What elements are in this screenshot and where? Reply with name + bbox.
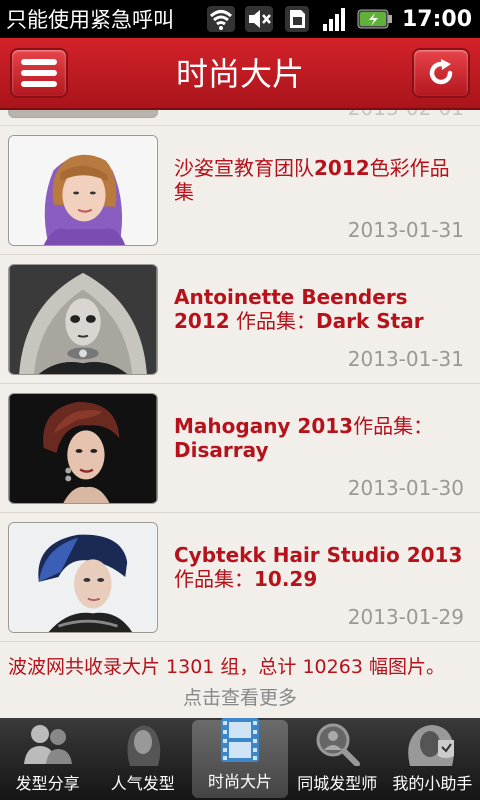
item-title[interactable]: Antoinette Beenders 2012 作品集：Dark Star <box>174 285 468 333</box>
gallery-list[interactable]: 2013-02-01 沙姿宣教育团队2012色彩作品集 2013-01-31 <box>0 110 480 718</box>
thumbnail-image <box>8 522 158 633</box>
menu-icon <box>21 54 57 92</box>
tab-popular-styles[interactable]: 人气发型 <box>95 718 190 800</box>
status-notification: 只能使用紧急呼叫 <box>6 8 174 32</box>
item-date: 2013-02-01 <box>348 110 464 120</box>
refresh-button[interactable] <box>412 48 470 98</box>
list-item[interactable]: 沙姿宣教育团队2012色彩作品集 2013-01-31 <box>0 126 480 255</box>
tab-my-assistant[interactable]: 我的小助手 <box>385 718 480 800</box>
tab-label: 时尚大片 <box>208 772 273 791</box>
thumbnail-image <box>8 393 158 504</box>
page-title: 时尚大片 <box>175 55 304 93</box>
users-icon <box>18 720 78 766</box>
item-date: 2013-01-31 <box>347 218 464 242</box>
wifi-icon <box>204 4 238 34</box>
sim-icon <box>280 4 314 34</box>
status-bar: 只能使用紧急呼叫 17:00 <box>0 0 480 38</box>
tab-label: 同城发型师 <box>297 774 378 793</box>
collection-summary: 波波网共收录大片 1301 组，总计 10263 幅图片。 <box>8 656 445 678</box>
refresh-icon <box>429 59 453 85</box>
item-title[interactable]: Mahogany 2013作品集：Disarray <box>174 414 468 462</box>
menu-button[interactable] <box>10 48 68 98</box>
title-bar: 时尚大片 <box>0 38 480 110</box>
tab-fashion-shoots[interactable]: 时尚大片 <box>192 718 288 798</box>
bottom-tab-bar: 发型分享 人气发型 时尚大片 同城发型师 我的小助手 <box>0 718 480 800</box>
list-item-partial[interactable]: 2013-02-01 <box>0 110 480 126</box>
list-item[interactable]: Cybtekk Hair Studio 2013作品集：10.29 2013-0… <box>0 513 480 642</box>
tab-local-stylists[interactable]: 同城发型师 <box>290 718 385 800</box>
thumbnail-image <box>8 264 158 375</box>
tab-label: 我的小助手 <box>392 774 473 793</box>
hair-silhouette-icon <box>118 720 168 766</box>
search-person-icon <box>309 720 365 766</box>
item-title[interactable]: Cybtekk Hair Studio 2013作品集：10.29 <box>174 543 468 591</box>
item-date: 2013-01-30 <box>347 476 464 500</box>
list-item[interactable]: Antoinette Beenders 2012 作品集：Dark Star 2… <box>0 255 480 384</box>
list-item[interactable]: Mahogany 2013作品集：Disarray 2013-01-30 <box>0 384 480 513</box>
tab-label: 人气发型 <box>110 774 175 793</box>
battery-icon <box>356 4 394 34</box>
thumbnail-image <box>8 135 158 246</box>
tab-label: 发型分享 <box>15 774 80 793</box>
film-icon <box>215 718 265 764</box>
status-clock: 17:00 <box>401 6 472 32</box>
item-title[interactable]: 沙姿宣教育团队2012色彩作品集 <box>174 156 468 204</box>
signal-icon <box>318 4 352 34</box>
tab-hair-share[interactable]: 发型分享 <box>0 718 95 800</box>
thumbnail-partial <box>8 110 158 118</box>
mute-icon <box>242 4 276 34</box>
load-more-link[interactable]: 点击查看更多 <box>0 679 480 710</box>
item-date: 2013-01-29 <box>347 605 464 629</box>
assistant-icon <box>402 720 462 766</box>
item-date: 2013-01-31 <box>347 347 464 371</box>
